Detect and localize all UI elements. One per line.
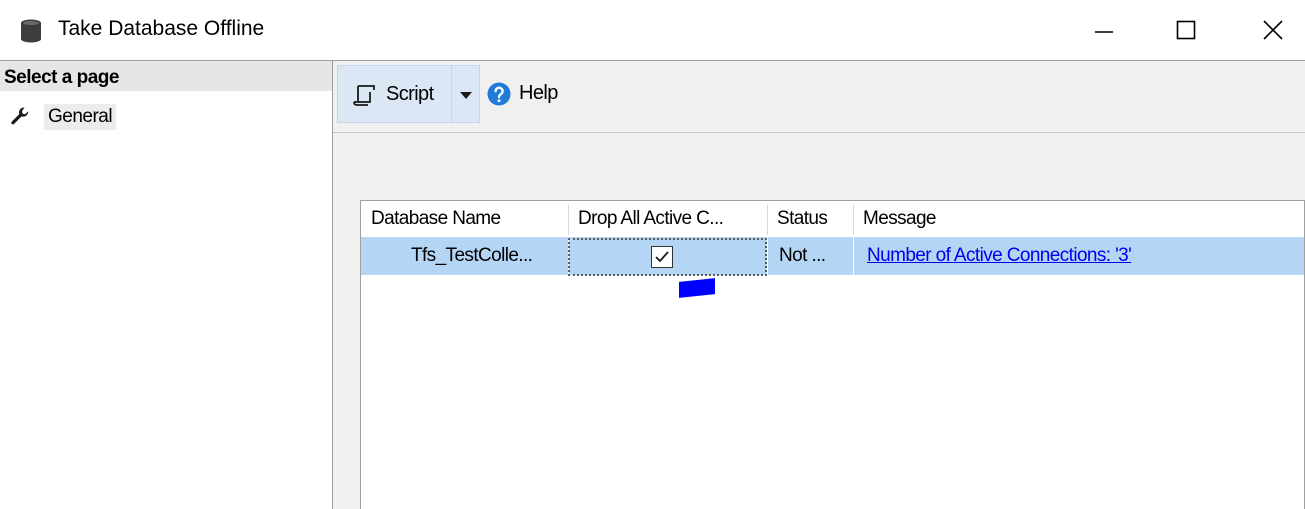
row-cell-divider xyxy=(767,237,768,275)
window-title: Take Database Offline xyxy=(58,17,265,40)
drop-connections-checkbox[interactable] xyxy=(651,246,673,268)
minimize-icon xyxy=(1095,31,1113,33)
script-split-divider xyxy=(451,66,452,122)
page-selector-panel: Select a page General xyxy=(0,60,333,509)
column-header-status[interactable]: Status xyxy=(767,201,853,237)
chevron-down-icon[interactable] xyxy=(460,92,472,100)
title-bar: Take Database Offline xyxy=(0,0,1305,60)
toolbar: Script Help xyxy=(333,61,1305,133)
row-indicator[interactable] xyxy=(361,237,397,275)
database-icon xyxy=(21,19,41,43)
wrench-icon xyxy=(11,107,29,125)
content-panel: Script Help Database Name Drop All Activ… xyxy=(333,60,1305,509)
cell-message[interactable]: Number of Active Connections: '3' xyxy=(867,237,1304,275)
close-icon xyxy=(1263,20,1283,40)
column-header-message[interactable]: Message xyxy=(853,201,1304,237)
help-label: Help xyxy=(519,82,558,104)
checkmark-icon xyxy=(655,251,669,263)
select-page-heading: Select a page xyxy=(4,67,119,88)
minimize-button[interactable] xyxy=(1081,0,1127,60)
script-icon xyxy=(353,85,375,106)
page-item-label: General xyxy=(44,104,117,130)
row-cell-divider xyxy=(853,237,854,275)
select-page-header: Select a page xyxy=(0,61,332,91)
database-grid[interactable]: Database Name Drop All Active C... Statu… xyxy=(360,200,1305,509)
take-database-offline-window: Take Database Offline Select a page Gene… xyxy=(0,0,1305,509)
grid-header: Database Name Drop All Active C... Statu… xyxy=(361,201,1304,237)
help-button[interactable]: Help xyxy=(485,65,571,123)
active-connections-link[interactable]: Number of Active Connections: '3' xyxy=(867,245,1132,266)
cursor-marker xyxy=(679,278,715,298)
page-item-general[interactable]: General xyxy=(8,101,124,131)
cell-status[interactable]: Not ... xyxy=(779,237,853,275)
column-header-drop-connections[interactable]: Drop All Active C... xyxy=(568,201,767,237)
help-icon xyxy=(487,82,511,106)
script-label: Script xyxy=(386,83,434,105)
maximize-button[interactable] xyxy=(1163,0,1209,60)
maximize-icon xyxy=(1176,20,1196,40)
cell-database-name[interactable]: Tfs_TestColle... xyxy=(411,237,568,275)
close-button[interactable] xyxy=(1250,0,1296,60)
column-header-database-name[interactable]: Database Name xyxy=(361,201,568,237)
table-row[interactable]: Tfs_TestColle... Not ... Number of Activ… xyxy=(361,237,1304,276)
script-button[interactable]: Script xyxy=(337,65,480,123)
